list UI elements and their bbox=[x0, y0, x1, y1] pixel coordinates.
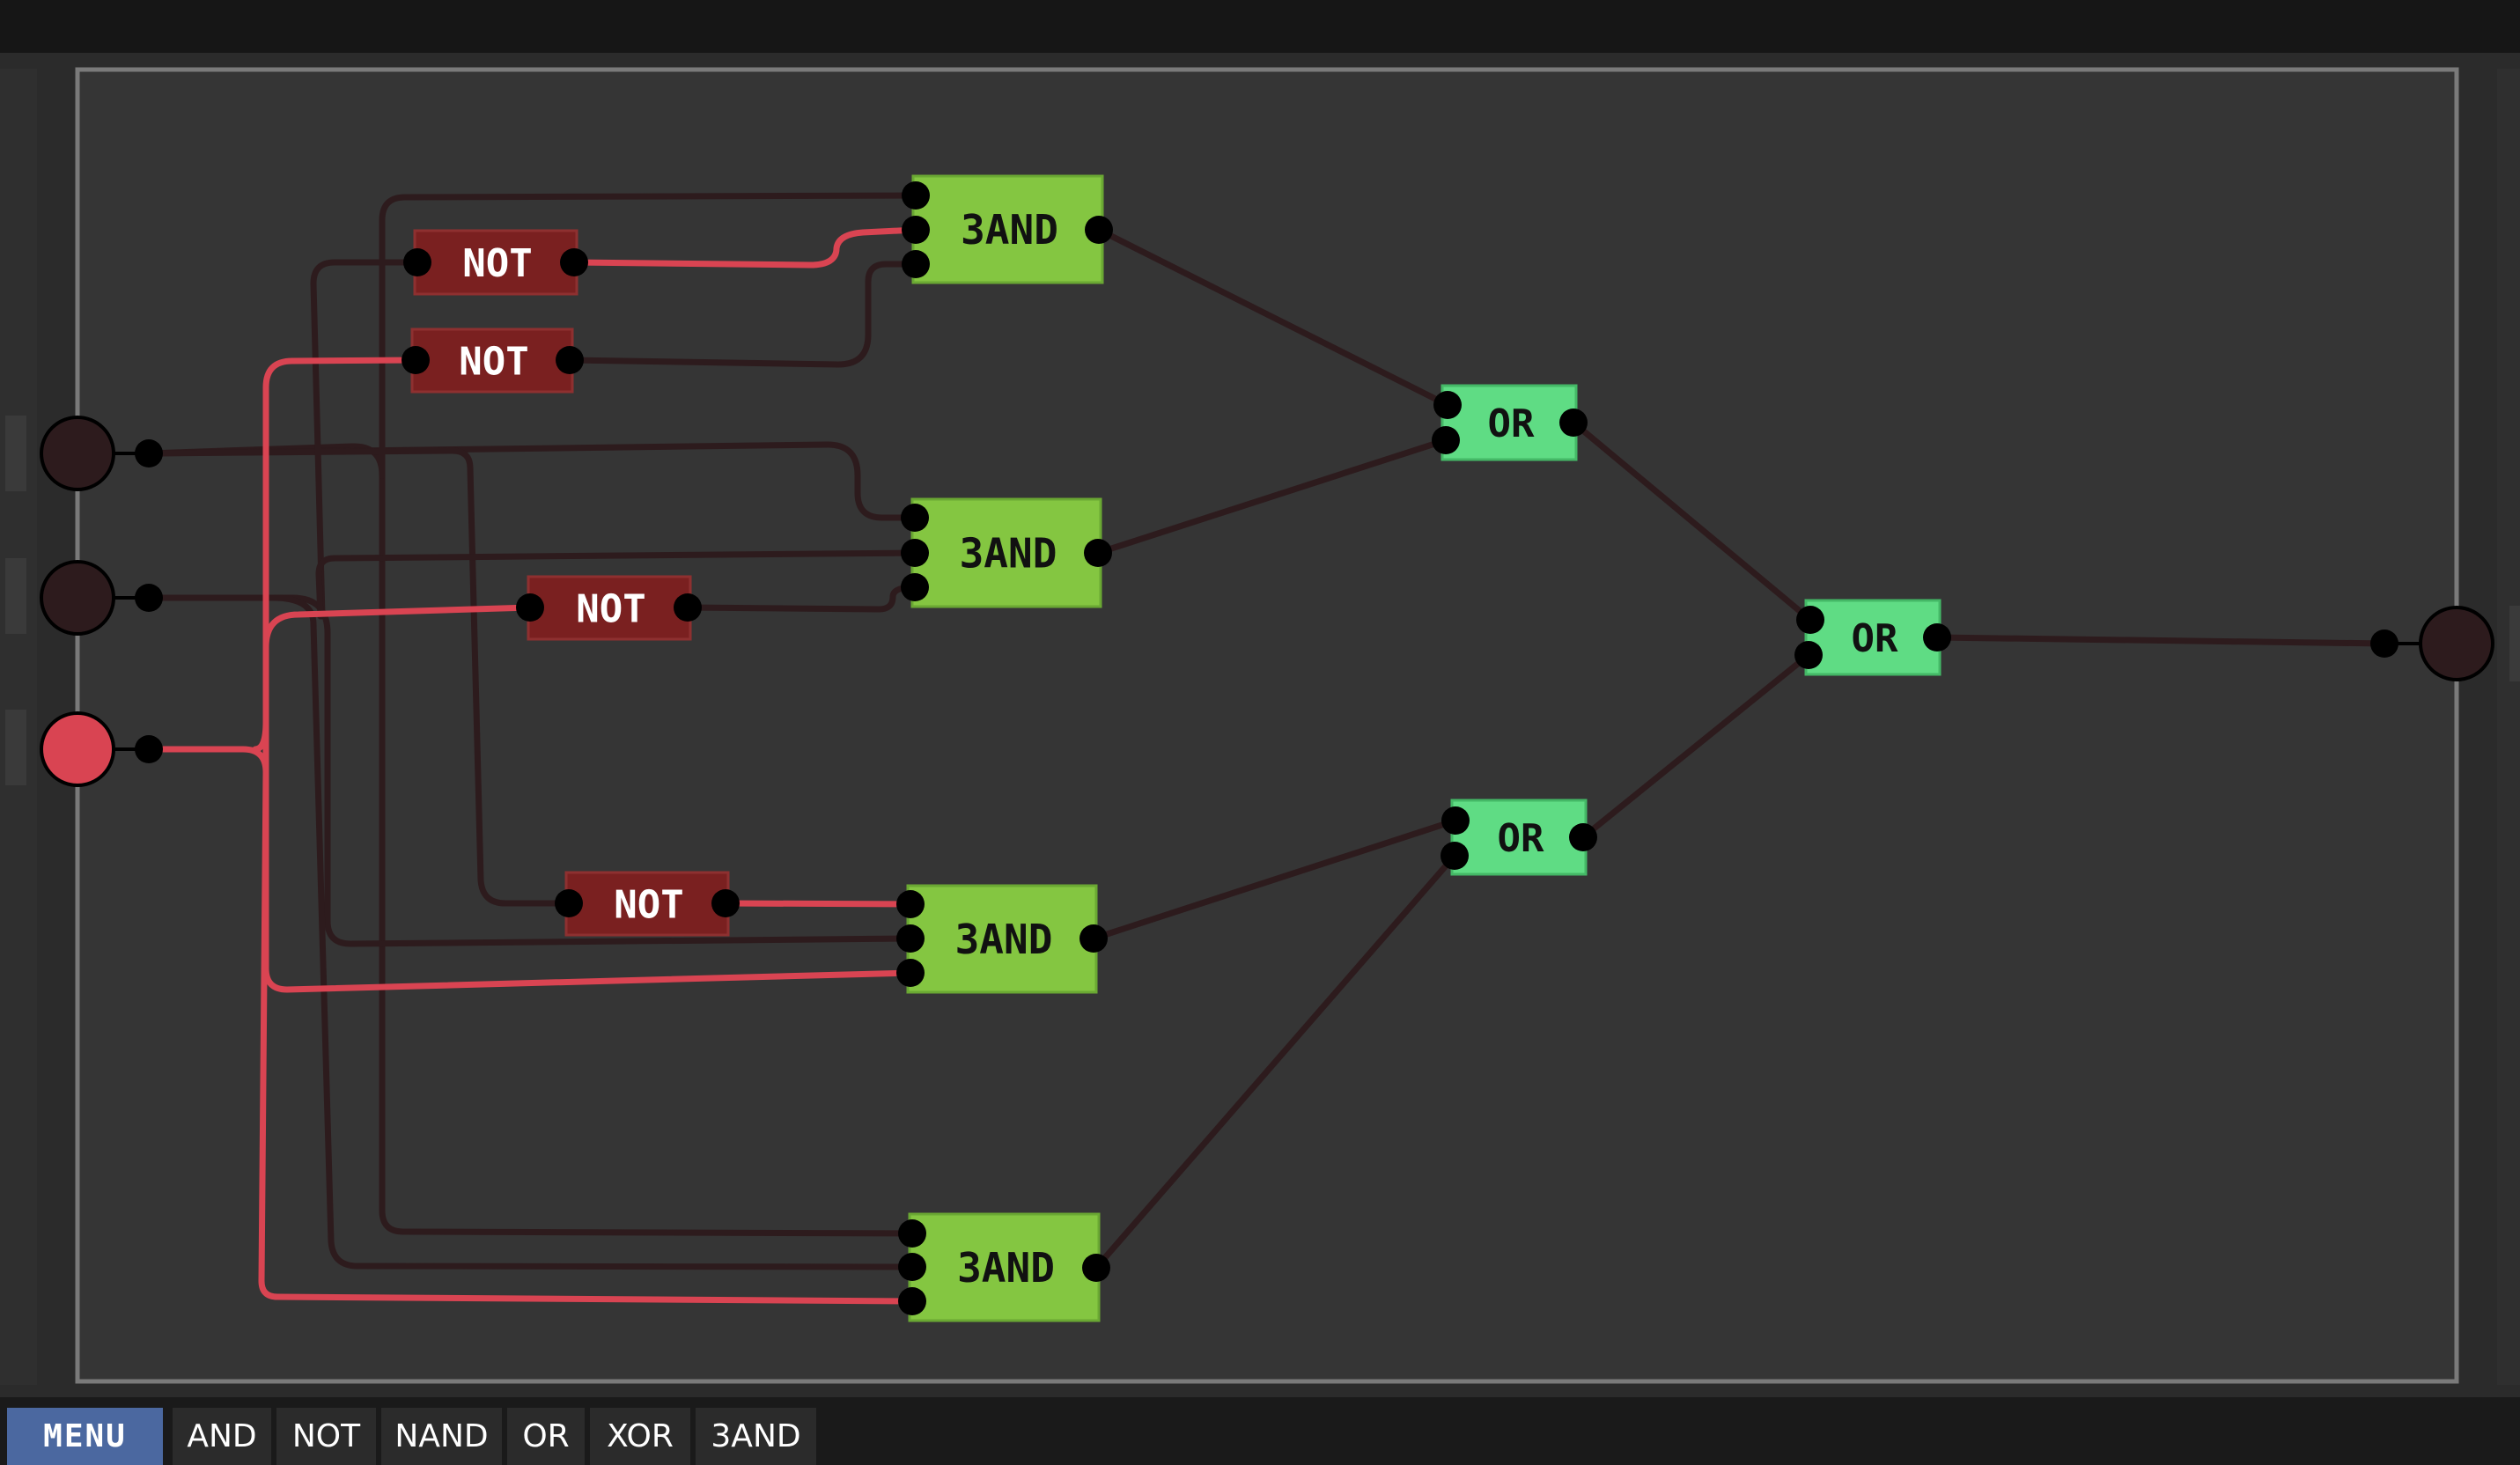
input-switch-3[interactable] bbox=[40, 711, 115, 787]
output-pin[interactable] bbox=[1923, 623, 1951, 652]
input-pin[interactable] bbox=[901, 573, 929, 601]
right-rail bbox=[2497, 69, 2520, 1385]
input-switch-pin[interactable] bbox=[135, 584, 163, 612]
output-pin[interactable] bbox=[1082, 1254, 1110, 1282]
output-pin[interactable] bbox=[560, 248, 588, 276]
gate-label: OR bbox=[1852, 616, 1898, 661]
gate-label: OR bbox=[1498, 816, 1544, 861]
input-pin[interactable] bbox=[1433, 391, 1462, 419]
gate-label: NOT bbox=[614, 882, 683, 927]
input-pin[interactable] bbox=[403, 248, 431, 276]
wire-not4-and3 bbox=[722, 900, 914, 908]
input-pin[interactable] bbox=[898, 1253, 926, 1281]
input-pin[interactable] bbox=[1441, 806, 1470, 835]
toolbar-item-not[interactable]: NOT bbox=[276, 1408, 376, 1465]
input-pin[interactable] bbox=[896, 959, 925, 987]
input-pin[interactable] bbox=[516, 593, 544, 622]
input-pin[interactable] bbox=[896, 924, 925, 953]
input-slot-2 bbox=[5, 558, 26, 634]
gate-label: 3AND bbox=[955, 916, 1053, 963]
output-pin[interactable] bbox=[711, 889, 740, 917]
logic-simulator-app: 3AND 3AND 3AND 3AND OR OR OR NOT NOT NOT NOT MENU … bbox=[0, 0, 2520, 1465]
output-pin[interactable] bbox=[1559, 409, 1588, 437]
gate-label: OR bbox=[1488, 401, 1535, 446]
gate-label: NOT bbox=[576, 586, 645, 631]
input-pin[interactable] bbox=[1796, 606, 1824, 634]
input-switch-pin[interactable] bbox=[135, 735, 163, 763]
toolbar-item-and[interactable]: AND bbox=[173, 1408, 271, 1465]
output-lamp-pin[interactable] bbox=[2370, 629, 2398, 658]
input-pin[interactable] bbox=[896, 890, 925, 918]
toolbar-item-3and[interactable]: 3AND bbox=[696, 1408, 816, 1465]
output-pin[interactable] bbox=[1569, 823, 1597, 851]
menu-button[interactable]: MENU bbox=[7, 1408, 163, 1465]
gate-label: 3AND bbox=[961, 206, 1058, 254]
input-pin[interactable] bbox=[901, 539, 929, 567]
input-pin[interactable] bbox=[902, 216, 930, 244]
output-pin[interactable] bbox=[674, 593, 702, 622]
input-pin[interactable] bbox=[902, 250, 930, 278]
input-pin[interactable] bbox=[1794, 641, 1823, 669]
output-pin[interactable] bbox=[1079, 924, 1108, 953]
gate-label: 3AND bbox=[960, 530, 1057, 578]
gate-label: NOT bbox=[459, 339, 528, 384]
input-pin[interactable] bbox=[555, 889, 583, 917]
toolbar-item-or[interactable]: OR bbox=[507, 1408, 585, 1465]
output-lamp-1 bbox=[2419, 606, 2494, 681]
circuit-canvas[interactable]: 3AND 3AND 3AND 3AND OR OR OR NOT NOT NOT NOT bbox=[0, 0, 2520, 1397]
input-pin[interactable] bbox=[901, 504, 929, 532]
output-pin[interactable] bbox=[556, 346, 584, 374]
input-pin[interactable] bbox=[902, 181, 930, 210]
gate-label: NOT bbox=[462, 241, 532, 286]
input-pin[interactable] bbox=[898, 1219, 926, 1248]
input-switch-2[interactable] bbox=[40, 560, 115, 636]
output-pin[interactable] bbox=[1084, 539, 1112, 567]
input-pin[interactable] bbox=[1432, 426, 1460, 454]
input-slot-3 bbox=[5, 710, 26, 785]
bottom-toolbar: MENU AND NOT NAND OR XOR 3AND bbox=[0, 1397, 2520, 1465]
input-switch-pin[interactable] bbox=[135, 439, 163, 467]
input-slot-1 bbox=[5, 416, 26, 491]
gate-label: 3AND bbox=[957, 1244, 1055, 1292]
input-pin[interactable] bbox=[1441, 842, 1469, 870]
input-pin[interactable] bbox=[898, 1287, 926, 1315]
output-slot-1 bbox=[2509, 606, 2520, 681]
input-pin[interactable] bbox=[402, 346, 430, 374]
toolbar-item-xor[interactable]: XOR bbox=[590, 1408, 690, 1465]
input-switch-1[interactable] bbox=[40, 416, 115, 491]
toolbar-item-nand[interactable]: NAND bbox=[381, 1408, 502, 1465]
output-pin[interactable] bbox=[1085, 216, 1113, 244]
